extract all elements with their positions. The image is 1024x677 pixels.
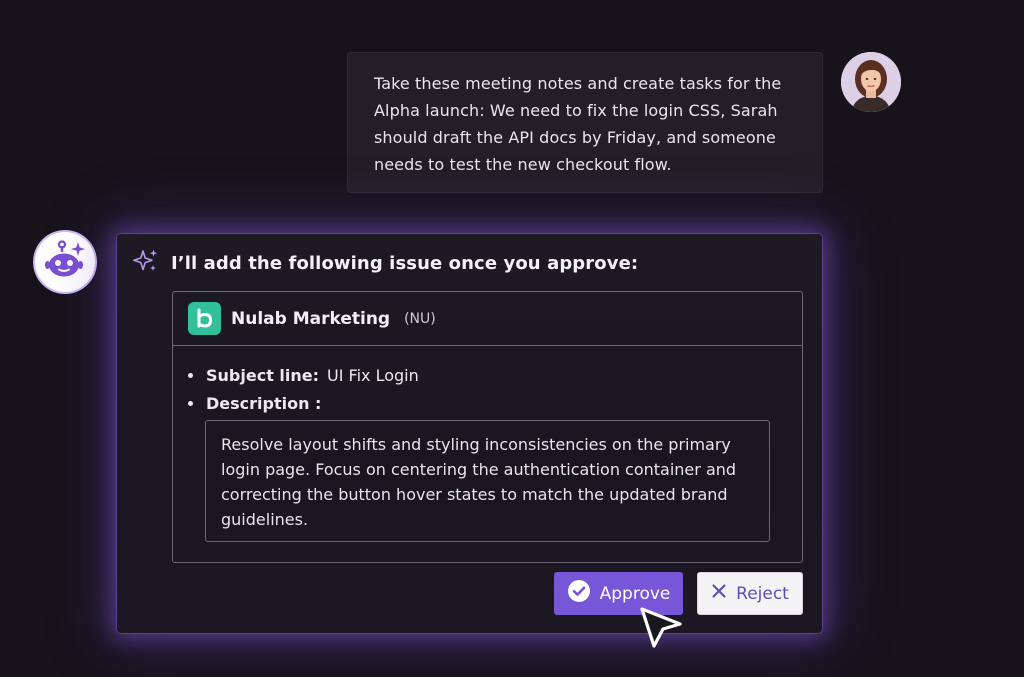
project-name: Nulab Marketing: [231, 308, 391, 329]
reject-button[interactable]: Reject: [697, 572, 803, 615]
close-icon: [711, 583, 727, 604]
approve-label: Approve: [599, 583, 671, 604]
mouse-cursor-icon: [638, 606, 684, 654]
card-heading-text: I’ll add the following issue once you ap…: [171, 252, 639, 274]
description-label: Description :: [206, 394, 322, 413]
bullet: [188, 373, 193, 378]
subject-label: Subject line:: [206, 366, 320, 385]
description-box: Resolve layout shifts and styling incons…: [205, 420, 770, 542]
bot-avatar: [35, 232, 95, 292]
chat-screen: Take these meeting notes and create task…: [0, 0, 1024, 677]
sparkle-icon: [133, 248, 159, 278]
user-avatar: [841, 52, 901, 112]
subject-value: UI Fix Login: [327, 366, 419, 385]
approval-card: I’ll add the following issue once you ap…: [117, 234, 822, 633]
description-text: Resolve layout shifts and styling incons…: [221, 435, 737, 529]
check-circle-icon: [567, 579, 591, 608]
reject-label: Reject: [736, 583, 789, 604]
issue-project-header: Nulab Marketing (NU): [173, 292, 802, 346]
user-message-bubble: Take these meeting notes and create task…: [347, 52, 823, 193]
subject-line-row: Subject line: UI Fix Login: [188, 366, 419, 385]
description-row: Description :: [188, 394, 321, 413]
bullet: [188, 401, 193, 406]
user-message-text: Take these meeting notes and create task…: [374, 74, 782, 174]
issue-preview: Nulab Marketing (NU) Subject line: UI Fi…: [172, 291, 803, 563]
project-key: (NU): [404, 310, 436, 327]
card-heading: I’ll add the following issue once you ap…: [133, 248, 638, 278]
project-logo-icon: [188, 302, 221, 335]
